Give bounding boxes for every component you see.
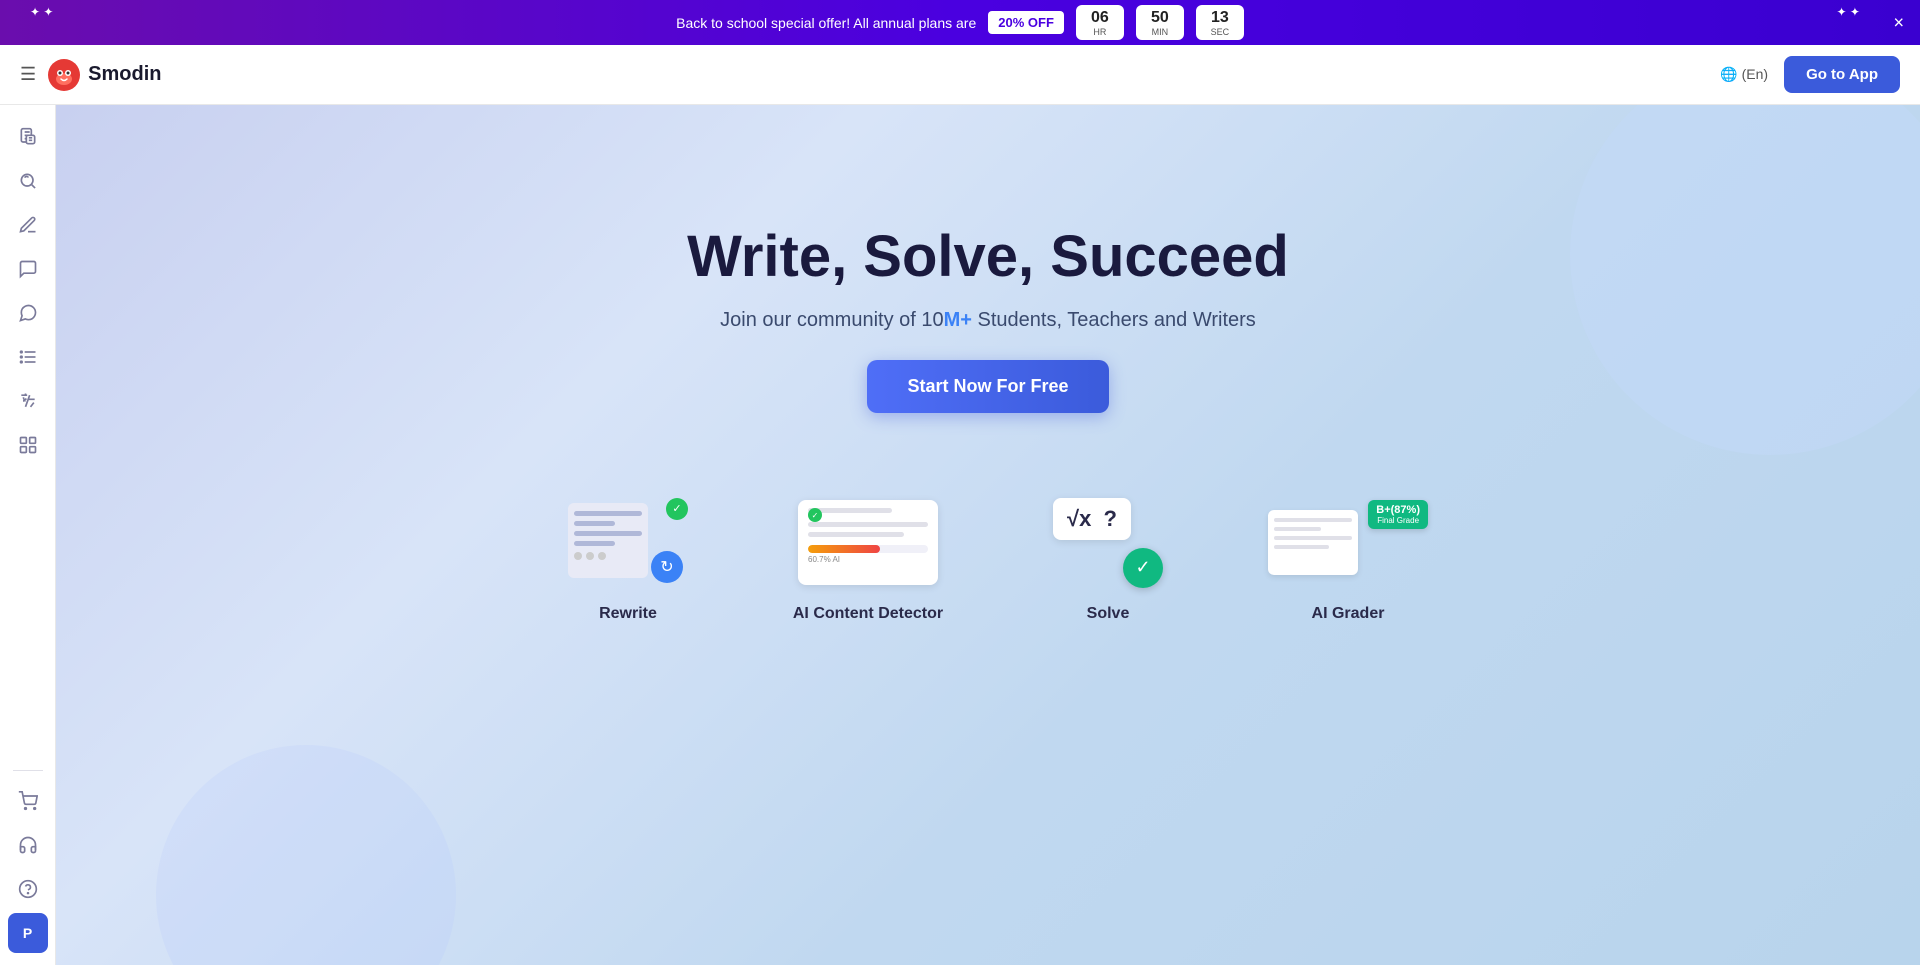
banner-close-button[interactable]: × [1893, 12, 1904, 33]
feature-card-ai-grader: B+(87%) Final Grade AI Grader [1258, 493, 1438, 623]
rewrite-icon-area: ↻ ✓ [548, 493, 708, 593]
feature-card-ai-detector: ✓ 60.7% AI AI Content Detector [778, 493, 958, 623]
banner-text: Back to school special offer! All annual… [676, 15, 976, 31]
grader-grade-text: B+(87%) [1376, 504, 1420, 516]
main-content: Write, Solve, Succeed Join our community… [56, 105, 1920, 965]
sidebar-item-edit[interactable] [8, 205, 48, 245]
hero-subtitle-highlight: M+ [944, 309, 972, 331]
start-now-button[interactable]: Start Now For Free [867, 360, 1108, 413]
ai-grader-label: AI Grader [1312, 605, 1385, 623]
header-right: 🌐 (En) Go to App [1720, 56, 1900, 93]
logo-text: Smodin [88, 63, 161, 86]
solve-circle-icon: ✓ [1123, 548, 1163, 588]
main-header: ☰ Smodin 🌐 (En) Go to App [0, 45, 1920, 105]
hero-section: Write, Solve, Succeed Join our community… [687, 225, 1289, 413]
banner-discount-badge: 20% OFF [988, 11, 1064, 34]
grader-doc [1268, 510, 1358, 575]
sidebar-item-document[interactable] [8, 117, 48, 157]
rewrite-label: Rewrite [599, 605, 657, 623]
timer-minutes: 50 MIN [1136, 5, 1184, 40]
detector-fill [808, 545, 880, 553]
rewrite-refresh-icon: ↻ [651, 551, 683, 583]
detector-progress-bar [808, 545, 928, 553]
bg-decoration-1 [1570, 105, 1920, 455]
confetti-right-icon: ✦ ✦ [1837, 5, 1860, 19]
header-left: ☰ Smodin [20, 59, 161, 91]
sidebar-item-help[interactable] [8, 869, 48, 909]
solve-icon-area: √x ? ✓ [1028, 493, 1188, 593]
rewrite-mock: ↻ ✓ [568, 498, 688, 588]
sidebar: P [0, 105, 56, 965]
hero-subtitle: Join our community of 10M+ Students, Tea… [720, 309, 1256, 332]
hero-subtitle-prefix: Join our community of 10 [720, 309, 943, 331]
features-row: ↻ ✓ Rewrite ✓ [538, 493, 1438, 623]
feature-card-rewrite: ↻ ✓ Rewrite [538, 493, 718, 623]
solve-label: Solve [1087, 605, 1130, 623]
ai-detector-icon-area: ✓ 60.7% AI [788, 493, 948, 593]
hero-subtitle-suffix: Students, Teachers and Writers [972, 309, 1256, 331]
sidebar-divider [13, 770, 43, 771]
hamburger-menu-icon[interactable]: ☰ [20, 64, 36, 85]
sidebar-item-chat[interactable] [8, 249, 48, 289]
top-banner: ✦ ✦ Back to school special offer! All an… [0, 0, 1920, 45]
goto-app-button[interactable]: Go to App [1784, 56, 1900, 93]
detector-mock: ✓ 60.7% AI [798, 500, 938, 585]
sidebar-item-translate[interactable] [8, 381, 48, 421]
sidebar-item-profile[interactable]: P [8, 913, 48, 953]
grader-badge: B+(87%) Final Grade [1368, 500, 1428, 529]
ai-grader-icon-area: B+(87%) Final Grade [1268, 493, 1428, 593]
sidebar-item-support[interactable] [8, 825, 48, 865]
timer-hours: 06 HR [1076, 5, 1124, 40]
detector-ai-label: 60.7% AI [808, 555, 928, 564]
logo-icon [48, 59, 80, 91]
solve-math-display: √x ? [1053, 498, 1131, 540]
confetti-left-icon: ✦ ✦ [30, 5, 53, 19]
solve-mock: √x ? ✓ [1053, 498, 1163, 588]
grader-grade-sub: Final Grade [1376, 516, 1420, 525]
bg-decoration-2 [156, 745, 456, 965]
hero-title: Write, Solve, Succeed [687, 225, 1289, 289]
rewrite-check-icon: ✓ [666, 498, 688, 520]
ai-detector-label: AI Content Detector [793, 605, 943, 623]
detector-check-icon: ✓ [808, 508, 822, 522]
feature-card-solve: √x ? ✓ Solve [1018, 493, 1198, 623]
sidebar-item-cart[interactable] [8, 781, 48, 821]
main-layout: P Write, Solve, Succeed Join our communi… [0, 105, 1920, 965]
sidebar-item-message[interactable] [8, 293, 48, 333]
logo-link[interactable]: Smodin [48, 59, 161, 91]
timer-seconds: 13 SEC [1196, 5, 1244, 40]
sidebar-item-search[interactable] [8, 161, 48, 201]
language-button[interactable]: 🌐 (En) [1720, 66, 1768, 83]
sidebar-item-list[interactable] [8, 337, 48, 377]
rewrite-doc [568, 503, 648, 578]
grader-mock: B+(87%) Final Grade [1268, 500, 1428, 585]
sidebar-item-grid[interactable] [8, 425, 48, 465]
